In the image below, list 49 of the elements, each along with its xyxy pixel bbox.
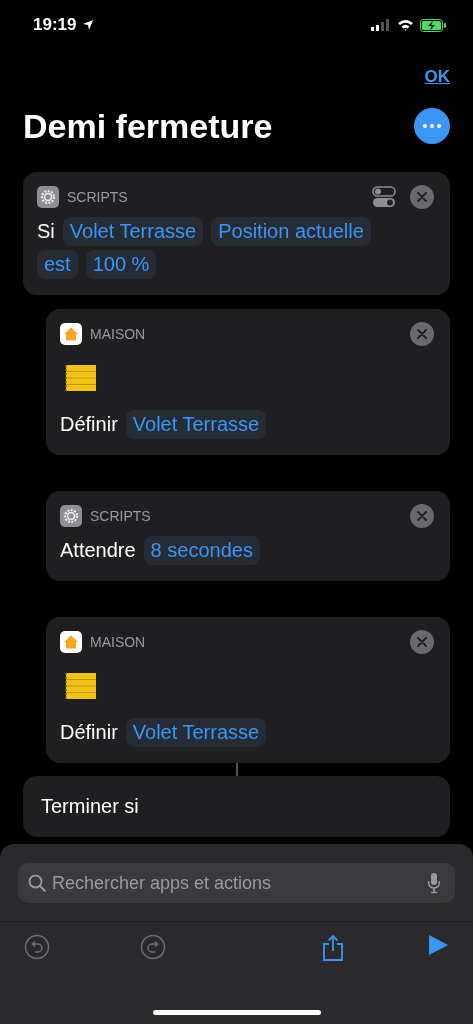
connector-line bbox=[235, 763, 238, 776]
action-card[interactable]: SCRIPTS Si Volet Terrasse Position actuelle est 100 % bbox=[23, 172, 450, 295]
app-label: MAISON bbox=[90, 326, 146, 342]
action-text: Attendre bbox=[60, 538, 136, 563]
microphone-icon[interactable] bbox=[427, 872, 441, 894]
remove-button[interactable] bbox=[410, 504, 434, 528]
close-icon bbox=[417, 192, 427, 202]
close-icon bbox=[417, 511, 427, 521]
house-icon bbox=[60, 323, 82, 345]
action-text: Définir bbox=[60, 720, 118, 745]
more-icon bbox=[423, 124, 441, 128]
parameter-token[interactable]: est bbox=[37, 250, 78, 279]
action-card[interactable]: MAISON Définir Volet Terrasse bbox=[46, 617, 450, 763]
parameter-token[interactable]: Volet Terrasse bbox=[62, 217, 204, 246]
parameter-token[interactable]: Volet Terrasse bbox=[125, 718, 267, 747]
parameter-token[interactable]: 100 % bbox=[85, 250, 157, 279]
app-label: SCRIPTS bbox=[90, 508, 151, 524]
action-card[interactable]: MAISON Définir Volet Terrasse bbox=[46, 309, 450, 455]
app-label: MAISON bbox=[90, 634, 146, 650]
parameter-token[interactable]: 8 secondes bbox=[143, 536, 260, 565]
battery-charging-icon bbox=[420, 18, 447, 32]
remove-button[interactable] bbox=[410, 322, 434, 346]
search-icon bbox=[28, 874, 46, 892]
shortcut-title: Demi fermeture bbox=[23, 106, 273, 146]
window-shutter-icon bbox=[64, 672, 98, 700]
action-text: Terminer si bbox=[41, 794, 139, 819]
action-card[interactable]: Terminer si bbox=[23, 776, 450, 837]
house-icon bbox=[60, 631, 82, 653]
parameter-token[interactable]: Position actuelle bbox=[211, 217, 371, 246]
close-icon bbox=[417, 329, 427, 339]
status-time: 19:19 bbox=[33, 15, 77, 35]
wifi-icon bbox=[397, 19, 414, 31]
toggle-icon[interactable] bbox=[372, 186, 396, 208]
action-text: Définir bbox=[60, 412, 118, 437]
window-shutter-icon bbox=[64, 364, 98, 392]
action-text: Si bbox=[37, 219, 55, 244]
close-icon bbox=[417, 637, 427, 647]
action-card[interactable]: SCRIPTS Attendre 8 secondes bbox=[46, 491, 450, 581]
gear-icon bbox=[37, 186, 59, 208]
gear-icon bbox=[60, 505, 82, 527]
remove-button[interactable] bbox=[410, 185, 434, 209]
remove-button[interactable] bbox=[410, 630, 434, 654]
app-label: SCRIPTS bbox=[67, 189, 128, 205]
ok-link[interactable]: OK bbox=[424, 64, 450, 90]
search-field[interactable]: Rechercher apps et actions bbox=[18, 863, 455, 903]
signal-icon bbox=[371, 19, 391, 31]
location-arrow-icon bbox=[82, 19, 95, 31]
more-button[interactable] bbox=[414, 108, 450, 144]
parameter-token[interactable]: Volet Terrasse bbox=[125, 410, 267, 439]
